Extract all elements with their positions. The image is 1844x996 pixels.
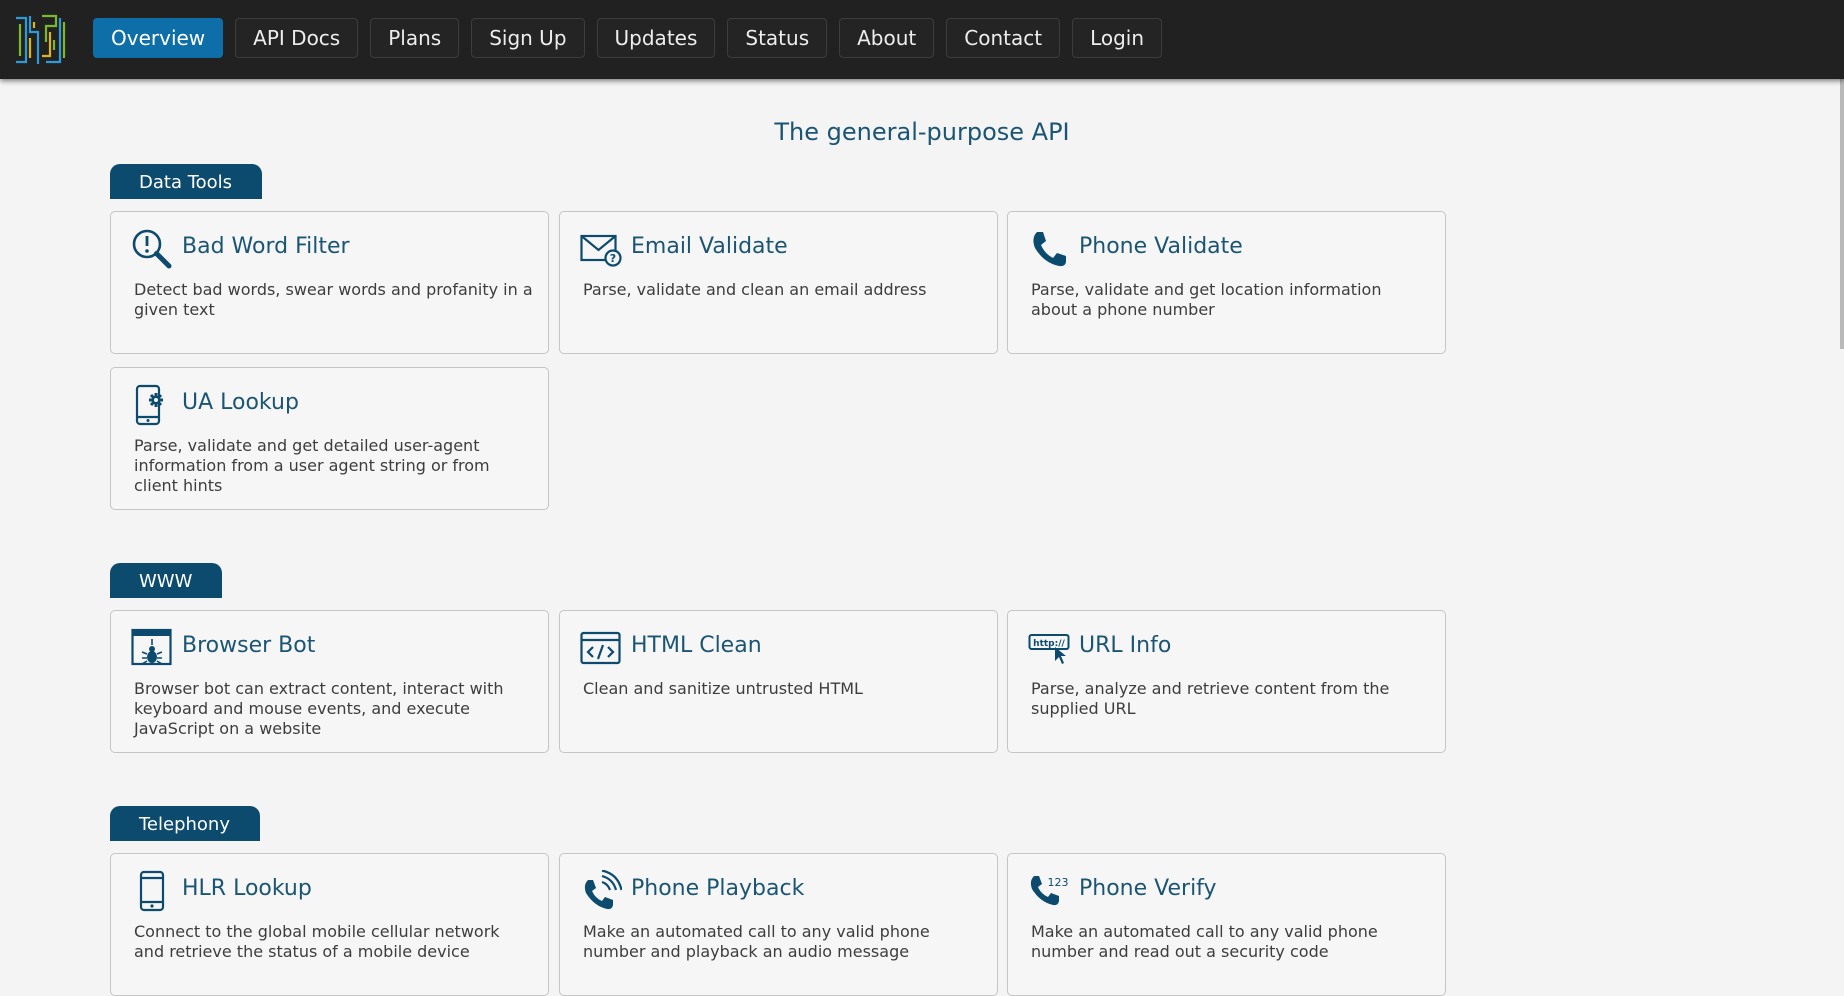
http-glyph-text: http:// xyxy=(1033,639,1065,649)
verify-digits-text: 123 xyxy=(1048,876,1069,889)
card-phone-playback[interactable]: Phone Playback Make an automated call to… xyxy=(559,853,998,996)
logo-icon[interactable] xyxy=(12,12,68,68)
card-title: Phone Playback xyxy=(631,876,805,901)
card-title: UA Lookup xyxy=(182,390,299,415)
nav-about[interactable]: About xyxy=(839,18,935,58)
card-html-clean[interactable]: HTML Clean Clean and sanitize untrusted … xyxy=(559,610,998,753)
card-description: Connect to the global mobile cellular ne… xyxy=(134,922,500,961)
card-description: Browser bot can extract content, interac… xyxy=(134,679,504,738)
card-title: Bad Word Filter xyxy=(182,234,350,259)
http-cursor-icon: http:// xyxy=(1028,627,1070,669)
mobile-phone-icon xyxy=(131,870,173,912)
nav-contact[interactable]: Contact xyxy=(946,18,1061,58)
nav-api-docs[interactable]: API Docs xyxy=(235,18,359,58)
phone-123-icon: 123 xyxy=(1028,870,1070,912)
nav-login[interactable]: Login xyxy=(1072,18,1163,58)
section-label-www: WWW xyxy=(110,563,223,598)
card-email-validate[interactable]: ? Email Validate Parse, validate and cle… xyxy=(559,211,998,354)
card-description: Parse, validate and get location informa… xyxy=(1031,280,1382,319)
card-title: Phone Verify xyxy=(1079,876,1217,901)
mobile-gear-icon xyxy=(131,384,173,426)
card-title: HTML Clean xyxy=(631,633,762,658)
card-description: Make an automated call to any valid phon… xyxy=(1031,922,1378,961)
code-window-icon xyxy=(580,627,622,669)
nav-overview[interactable]: Overview xyxy=(93,18,224,58)
top-navigation-bar: Overview API Docs Plans Sign Up Updates … xyxy=(0,0,1844,79)
nav-plans[interactable]: Plans xyxy=(370,18,460,58)
nav-updates[interactable]: Updates xyxy=(596,18,716,58)
card-title: Email Validate xyxy=(631,234,788,259)
svg-text:?: ? xyxy=(610,252,616,265)
main-nav: Overview API Docs Plans Sign Up Updates … xyxy=(93,18,1163,58)
card-title: URL Info xyxy=(1079,633,1172,658)
section-label-data-tools: Data Tools xyxy=(110,164,263,199)
card-description: Detect bad words, swear words and profan… xyxy=(134,280,533,319)
card-bad-word-filter[interactable]: Bad Word Filter Detect bad words, swear … xyxy=(110,211,549,354)
card-url-info[interactable]: http:// URL Info Parse, analyze and retr… xyxy=(1007,610,1446,753)
card-description: Parse, validate and clean an email addre… xyxy=(583,280,927,299)
card-hlr-lookup[interactable]: HLR Lookup Connect to the global mobile … xyxy=(110,853,549,996)
card-browser-bot[interactable]: Browser Bot Browser bot can extract cont… xyxy=(110,610,549,753)
phone-sound-icon xyxy=(580,870,622,912)
section-label-telephony: Telephony xyxy=(110,806,260,841)
envelope-question-icon: ? xyxy=(580,228,622,270)
card-ua-lookup[interactable]: UA Lookup Parse, validate and get detail… xyxy=(110,367,549,510)
card-description: Parse, validate and get detailed user-ag… xyxy=(134,436,490,495)
magnifier-alert-icon xyxy=(131,228,173,270)
card-description: Parse, analyze and retrieve content from… xyxy=(1031,679,1390,718)
card-title: HLR Lookup xyxy=(182,876,312,901)
browser-bug-icon xyxy=(131,627,173,669)
card-phone-verify[interactable]: 123 Phone Verify Make an automated call … xyxy=(1007,853,1446,996)
card-title: Browser Bot xyxy=(182,633,316,658)
card-description: Make an automated call to any valid phon… xyxy=(583,922,930,961)
card-title: Phone Validate xyxy=(1079,234,1243,259)
page-headline: The general-purpose API xyxy=(774,118,1070,146)
card-description: Clean and sanitize untrusted HTML xyxy=(583,679,863,698)
nav-sign-up[interactable]: Sign Up xyxy=(471,18,585,58)
card-phone-validate[interactable]: Phone Validate Parse, validate and get l… xyxy=(1007,211,1446,354)
nav-status[interactable]: Status xyxy=(727,18,828,58)
phone-handset-icon xyxy=(1028,228,1070,270)
